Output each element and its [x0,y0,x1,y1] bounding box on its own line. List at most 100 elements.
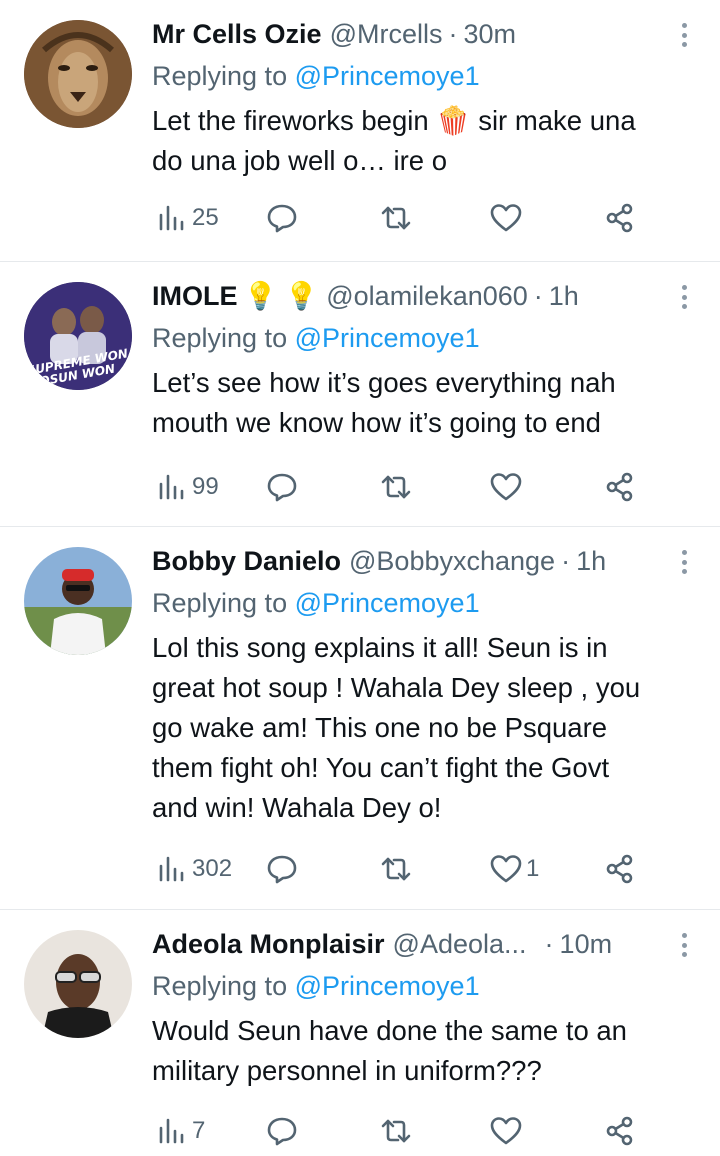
display-name[interactable]: IMOLE [152,276,238,316]
mention-link[interactable]: @Princemoye1 [295,323,480,353]
tweet[interactable]: Adeola Monplaisir @Adeola... · 10m Reply… [0,910,720,1156]
replying-to: Replying to @Princemoye1 [152,56,480,96]
replying-to: Replying to @Princemoye1 [152,583,480,623]
share-icon [606,854,633,884]
retweet-icon [381,475,411,499]
views-button[interactable]: 302 [156,849,232,889]
more-options-icon[interactable] [674,282,694,312]
campaign-icon: SUPREME WON OSUN WON [24,282,132,390]
timestamp[interactable]: 10m [560,924,613,964]
timestamp[interactable]: 30m [463,14,516,54]
avatar[interactable] [24,930,132,1038]
share-icon [606,1116,633,1146]
share-icon [606,203,633,233]
user-handle[interactable]: @Bobbyxchange [349,541,555,581]
user-handle[interactable]: @olamilekan060 [326,276,528,316]
more-options-icon[interactable] [674,930,694,960]
replying-label: Replying to [152,323,288,353]
retweet-icon [381,857,411,881]
reply-icon [267,473,297,502]
avatar[interactable] [24,547,132,655]
views-icon [159,205,184,231]
reply-button[interactable] [266,849,298,889]
reply-icon [267,204,297,233]
user-handle[interactable]: @Adeola... [393,924,527,964]
separator-dot: · [533,281,543,311]
person-icon [24,547,132,655]
tweet-header: Bobby Danielo @Bobbyxchange · 1h [152,541,660,581]
reply-icon [267,1117,297,1146]
tweet-text: Lol this song explains it all! Seun is i… [152,632,641,823]
reply-icon [267,855,297,884]
separator-dot: · [561,546,571,576]
heart-icon [490,1117,522,1145]
mention-link[interactable]: @Princemoye1 [295,971,480,1001]
like-button[interactable] [490,198,526,238]
more-options-icon[interactable] [674,20,694,50]
heart-icon [490,204,522,232]
tweet[interactable]: SUPREME WON OSUN WON IMOLE 💡 💡 @olamilek… [0,262,720,527]
tweet-text: Would Seun have done the same to an mili… [152,1015,627,1086]
reply-button[interactable] [266,198,298,238]
like-button[interactable] [490,467,526,507]
reply-button[interactable] [266,467,298,507]
views-icon [159,1118,184,1144]
display-name[interactable]: Adeola Monplaisir [152,924,385,964]
tweet-actions: 99 [150,467,650,507]
views-icon [159,856,184,882]
tweet-header: Adeola Monplaisir @Adeola... · 10m [152,924,660,964]
share-button[interactable] [604,467,636,507]
replying-label: Replying to [152,588,288,618]
timestamp[interactable]: 1h [576,541,606,581]
views-count: 25 [192,204,219,231]
views-button[interactable]: 25 [156,198,219,238]
tweet[interactable]: Bobby Danielo @Bobbyxchange · 1h Replyin… [0,527,720,910]
retweet-button[interactable] [380,849,412,889]
views-count: 99 [192,473,219,500]
views-icon [159,474,184,500]
avatar[interactable] [24,20,132,128]
tweet-actions: 302 1 [150,849,650,889]
tweet-header: Mr Cells Ozie @Mrcells · 30m [152,14,660,54]
person-sunglasses-icon [24,930,132,1038]
user-handle[interactable]: @Mrcells [330,14,443,54]
share-icon [606,472,633,502]
views-button[interactable]: 99 [156,467,219,507]
views-button[interactable]: 7 [156,1111,205,1151]
avatar[interactable]: SUPREME WON OSUN WON [24,282,132,390]
tweet-text: Let the fireworks begin 🍿 sir make una d… [152,105,636,176]
views-count: 7 [192,1117,206,1144]
likes-count: 1 [526,855,540,882]
lion-icon [24,20,132,128]
like-button[interactable]: 1 [490,849,539,889]
separator-dot: · [544,929,554,959]
tweet-actions: 25 [150,198,650,238]
retweet-icon [381,1119,411,1143]
display-name[interactable]: Bobby Danielo [152,541,341,581]
replying-to: Replying to @Princemoye1 [152,318,480,358]
retweet-button[interactable] [380,467,412,507]
share-button[interactable] [604,1111,636,1151]
replying-to: Replying to @Princemoye1 [152,966,480,1006]
views-count: 302 [192,855,233,882]
share-button[interactable] [604,849,636,889]
reply-button[interactable] [266,1111,298,1151]
mention-link[interactable]: @Princemoye1 [295,61,480,91]
tweet-actions: 7 [150,1111,650,1151]
timestamp[interactable]: 1h [549,276,579,316]
like-button[interactable] [490,1111,526,1151]
share-button[interactable] [604,198,636,238]
display-name[interactable]: Mr Cells Ozie [152,14,322,54]
heart-icon [490,473,522,501]
retweet-icon [381,206,411,230]
tweet-text: Let’s see how it’s goes everything nah m… [152,367,616,438]
separator-dot: · [448,19,458,49]
lightbulb-icon: 💡 💡 [243,281,319,311]
replying-label: Replying to [152,971,288,1001]
more-options-icon[interactable] [674,547,694,577]
retweet-button[interactable] [380,1111,412,1151]
retweet-button[interactable] [380,198,412,238]
mention-link[interactable]: @Princemoye1 [295,588,480,618]
tweet-header: IMOLE 💡 💡 @olamilekan060 · 1h [152,276,660,316]
tweet[interactable]: Mr Cells Ozie @Mrcells · 30m Replying to… [0,0,720,262]
